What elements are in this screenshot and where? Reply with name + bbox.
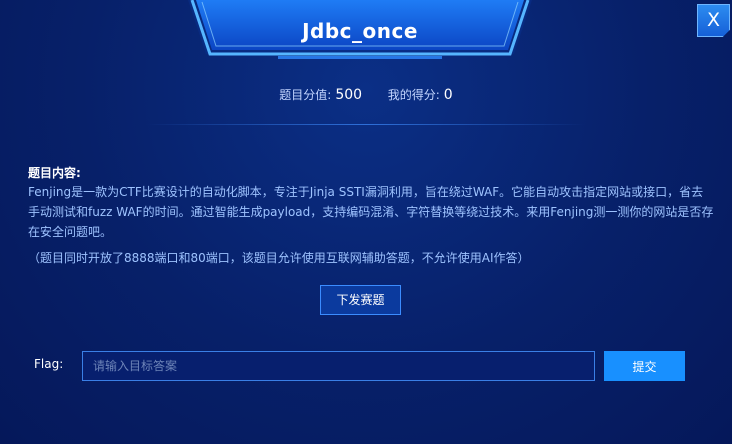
flag-label: Flag: bbox=[34, 357, 64, 371]
points-label: 题目分值: bbox=[279, 88, 332, 102]
score-line: 题目分值: 500 我的得分: 0 bbox=[0, 86, 732, 103]
divider bbox=[146, 124, 586, 125]
content-body: Fenjing是一款为CTF比赛设计的自动化脚本，专注于Jinja SSTI漏洞… bbox=[28, 185, 714, 239]
content-heading: 题目内容: bbox=[28, 166, 81, 180]
content-note: （题目同时开放了8888端口和80端口，该题目允许使用互联网辅助答题，不允许使用… bbox=[28, 251, 530, 265]
close-button[interactable]: X bbox=[697, 4, 730, 37]
challenge-dialog: Jdbc_once X 题目分值: 500 我的得分: 0 题目内容: Fenjin… bbox=[0, 0, 732, 444]
flag-input[interactable] bbox=[82, 351, 595, 381]
submit-button[interactable]: 提交 bbox=[604, 351, 685, 381]
title-plate: Jdbc_once bbox=[188, 0, 532, 62]
issue-challenge-button[interactable]: 下发赛题 bbox=[320, 285, 401, 315]
points-value: 500 bbox=[335, 87, 363, 103]
dialog-title: Jdbc_once bbox=[302, 19, 418, 43]
my-score-label: 我的得分: bbox=[387, 88, 440, 102]
my-score-value: 0 bbox=[443, 87, 453, 103]
